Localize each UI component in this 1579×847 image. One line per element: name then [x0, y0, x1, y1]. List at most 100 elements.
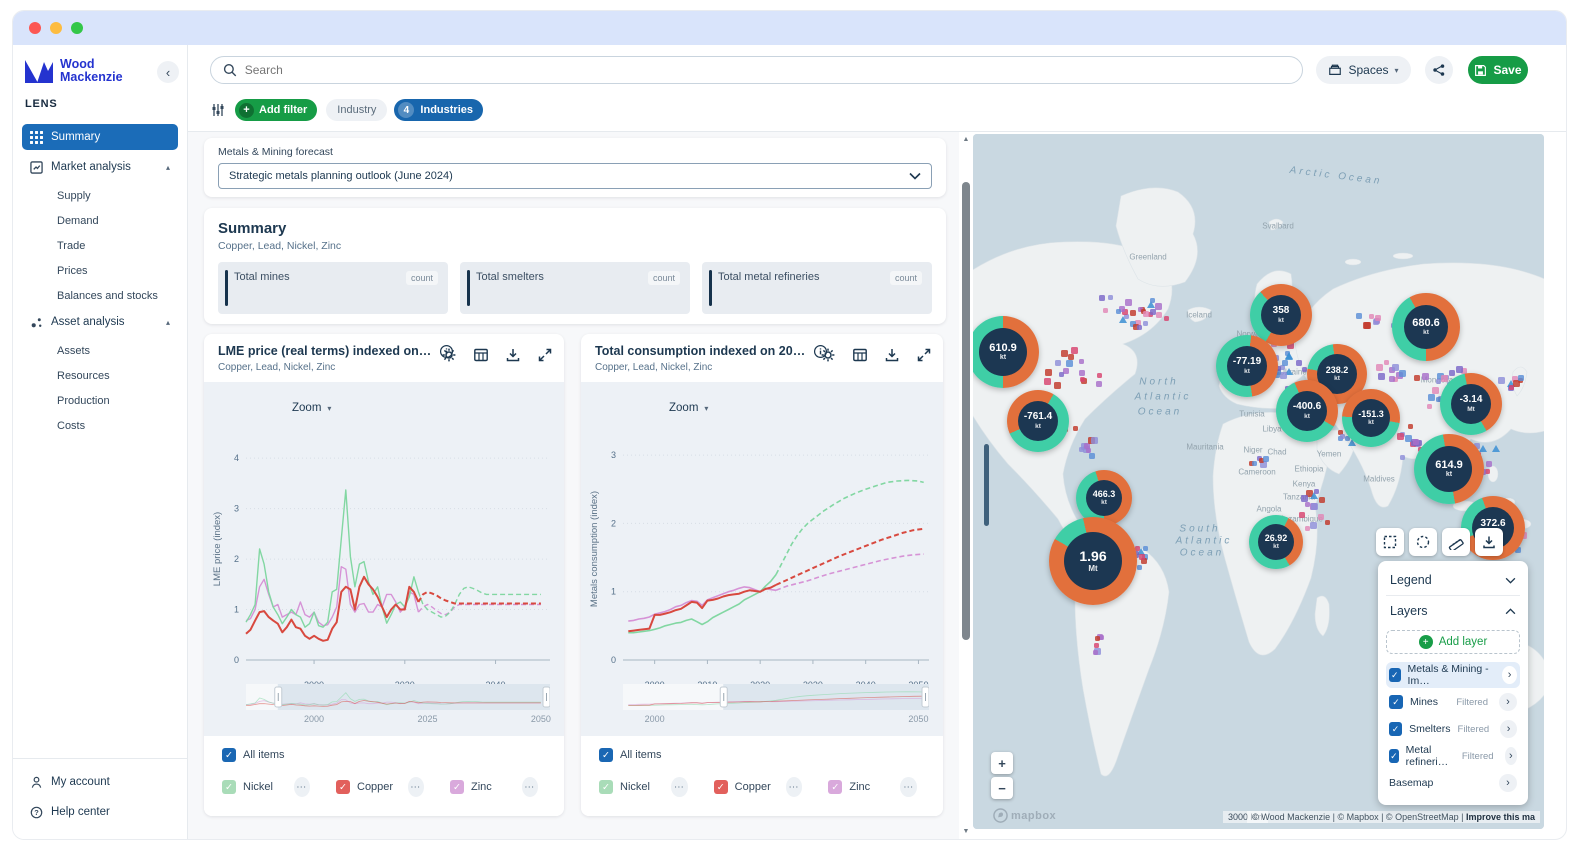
- facility-marker-icon[interactable]: [1130, 310, 1136, 316]
- series-toggle-zinc[interactable]: ✓Zinc: [828, 780, 900, 794]
- facility-marker-icon[interactable]: [1486, 461, 1492, 467]
- sidebar-item-demand[interactable]: Demand: [22, 209, 178, 233]
- sidebar-item-resources[interactable]: Resources: [22, 364, 178, 388]
- sidebar-item-assets[interactable]: Assets: [22, 339, 178, 363]
- checkbox-checked-icon[interactable]: ✓: [828, 780, 842, 794]
- facility-marker-icon[interactable]: [1314, 489, 1319, 494]
- facility-marker-icon[interactable]: [1311, 503, 1318, 510]
- facility-marker-icon[interactable]: [1093, 650, 1098, 655]
- map-measure-button[interactable]: [1442, 528, 1470, 556]
- layer-row-metal-refineri-[interactable]: ✓Metal refineri…Filtered›: [1386, 743, 1520, 769]
- chevron-right-icon[interactable]: ›: [1499, 774, 1517, 792]
- filter-settings-icon[interactable]: [210, 102, 226, 118]
- map-box-select-button[interactable]: [1376, 528, 1404, 556]
- facility-marker-icon[interactable]: [1498, 377, 1505, 384]
- facility-marker-icon[interactable]: [1282, 360, 1288, 366]
- map-donut--3.14[interactable]: -3.14Mt: [1440, 373, 1502, 435]
- data-table-icon[interactable]: [851, 346, 869, 364]
- facility-marker-icon[interactable]: [1044, 378, 1051, 385]
- facility-marker-icon[interactable]: [1091, 437, 1098, 444]
- facility-marker-icon[interactable]: [1280, 372, 1287, 379]
- facility-marker-icon[interactable]: [1400, 455, 1405, 460]
- checkbox-checked-icon[interactable]: ✓: [1389, 722, 1402, 736]
- facility-marker-icon[interactable]: [1063, 368, 1069, 374]
- facility-marker-icon[interactable]: [1045, 369, 1052, 376]
- search-input[interactable]: [245, 63, 1290, 77]
- chevron-right-icon[interactable]: ›: [1499, 693, 1517, 711]
- facility-marker-icon[interactable]: [1318, 514, 1324, 520]
- filter-chip-industries[interactable]: 4Industries: [394, 99, 483, 121]
- download-icon[interactable]: [883, 346, 901, 364]
- chevron-right-icon[interactable]: ›: [1500, 720, 1517, 738]
- facility-marker-icon[interactable]: [1095, 636, 1100, 641]
- chart-zoom-dropdown[interactable]: Zoom▾: [292, 402, 331, 414]
- series-toggle-nickel[interactable]: ✓Nickel: [222, 780, 294, 794]
- all-items-toggle[interactable]: ✓All items: [222, 748, 564, 762]
- facility-marker-icon[interactable]: [1340, 434, 1345, 439]
- facility-marker-icon[interactable]: [1428, 394, 1435, 401]
- checkbox-checked-icon[interactable]: ✓: [222, 780, 236, 794]
- series-options-button[interactable]: ⋯: [900, 777, 917, 797]
- facility-marker-icon[interactable]: [1378, 373, 1385, 380]
- save-button[interactable]: Save: [1468, 56, 1528, 84]
- facility-marker-icon[interactable]: [1103, 308, 1108, 313]
- sidebar-item-summary[interactable]: Summary: [22, 124, 178, 150]
- sidebar-item-market-analysis[interactable]: Market analysis▴: [22, 154, 178, 180]
- facility-marker-icon[interactable]: [1156, 312, 1162, 318]
- sidebar-item-my-account[interactable]: My account: [22, 769, 178, 795]
- add-filter-button[interactable]: + Add filter: [235, 99, 317, 121]
- checkbox-checked-icon[interactable]: ✓: [599, 780, 613, 794]
- facility-marker-icon[interactable]: [1432, 387, 1439, 394]
- facility-marker-icon[interactable]: [1079, 447, 1084, 452]
- sidebar-item-asset-analysis[interactable]: Asset analysis▴: [22, 309, 178, 335]
- checkbox-checked-icon[interactable]: ✓: [1389, 668, 1401, 682]
- series-toggle-nickel[interactable]: ✓Nickel: [599, 780, 671, 794]
- series-options-button[interactable]: ⋯: [786, 777, 803, 797]
- layers-section-header[interactable]: Layers: [1386, 596, 1520, 626]
- data-table-icon[interactable]: [472, 346, 490, 364]
- map-zoom-out-button[interactable]: −: [991, 777, 1013, 799]
- add-layer-button[interactable]: +Add layer: [1386, 630, 1520, 654]
- map-donut--400.6[interactable]: -400.6kt: [1276, 380, 1338, 442]
- chart-range-navigator[interactable]: [623, 684, 929, 710]
- facility-marker-icon[interactable]: [1509, 385, 1514, 390]
- facility-marker-icon[interactable]: [1356, 313, 1362, 319]
- summary-tile-total-metal-refineries[interactable]: Total metal refineriescount: [702, 262, 932, 314]
- series-options-button[interactable]: ⋯: [294, 777, 310, 797]
- facility-marker-icon[interactable]: [1071, 347, 1078, 354]
- map-donut-26.92[interactable]: 26.92kt: [1249, 515, 1303, 569]
- sidebar-item-help-center[interactable]: ?Help center: [22, 799, 178, 825]
- checkbox-checked-icon[interactable]: ✓: [336, 780, 350, 794]
- facility-marker-icon[interactable]: [1099, 295, 1105, 301]
- facility-marker-icon[interactable]: [1059, 372, 1064, 377]
- sidebar-collapse-button[interactable]: ‹: [157, 61, 179, 83]
- checkbox-checked-icon[interactable]: ✓: [1389, 695, 1403, 709]
- map[interactable]: LegendLayers+Add layer✓Metals & Mining -…: [973, 134, 1544, 829]
- facility-marker-icon[interactable]: [1325, 520, 1330, 525]
- facility-marker-icon[interactable]: [1086, 448, 1091, 453]
- facility-marker-icon[interactable]: [1155, 303, 1162, 310]
- scroll-down-icon[interactable]: ▼: [959, 828, 973, 835]
- summary-tile-total-smelters[interactable]: Total smelterscount: [460, 262, 690, 314]
- checkbox-checked-icon[interactable]: ✓: [222, 748, 236, 762]
- facility-marker-icon[interactable]: [1301, 495, 1308, 502]
- facility-marker-icon[interactable]: [1492, 445, 1500, 452]
- facility-marker-icon[interactable]: [1080, 377, 1085, 382]
- map-donut--151.3[interactable]: -151.3kt: [1342, 389, 1400, 447]
- facility-marker-icon[interactable]: [1137, 325, 1142, 330]
- facility-marker-icon[interactable]: [1143, 311, 1149, 317]
- sidebar-item-balances-and-stocks[interactable]: Balances and stocks: [22, 284, 178, 308]
- settings-gear-icon[interactable]: [440, 346, 458, 364]
- facility-marker-icon[interactable]: [1285, 353, 1293, 360]
- facility-marker-icon[interactable]: [1061, 350, 1068, 357]
- chart-range-navigator[interactable]: [246, 684, 550, 710]
- legend-section-header[interactable]: Legend: [1386, 565, 1520, 595]
- facility-marker-icon[interactable]: [1375, 315, 1381, 321]
- facility-marker-icon[interactable]: [1094, 643, 1099, 648]
- map-donut--77.19[interactable]: -77.19kt: [1216, 335, 1278, 397]
- series-options-button[interactable]: ⋯: [408, 777, 424, 797]
- scrollbar-thumb[interactable]: [962, 182, 970, 640]
- facility-marker-icon[interactable]: [1066, 360, 1073, 367]
- facility-marker-icon[interactable]: [1097, 373, 1102, 378]
- chevron-up-icon[interactable]: ▴: [166, 163, 170, 172]
